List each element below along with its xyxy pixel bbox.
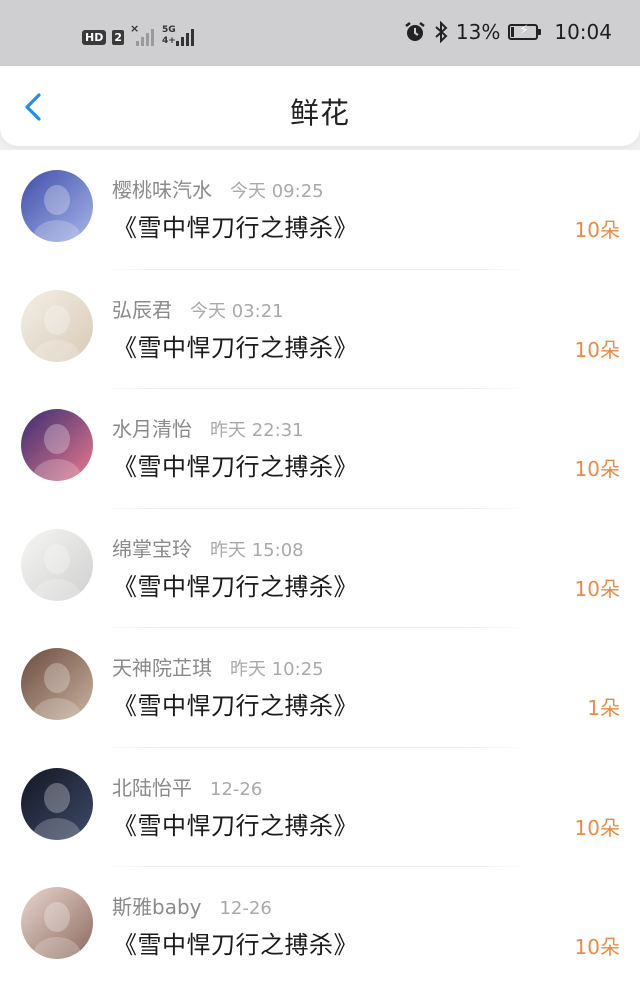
record-meta: 北陆怡平 12-26	[112, 772, 262, 801]
list-item[interactable]: 弘辰君 今天 03:21 《雪中悍刀行之搏杀》 10朵	[0, 270, 640, 389]
navigation-bar: 鲜花	[0, 66, 640, 146]
list-item[interactable]: 樱桃味汽水 今天 09:25 《雪中悍刀行之搏杀》 10朵	[0, 150, 640, 270]
avatar[interactable]	[21, 528, 93, 601]
list-item[interactable]: 斯雅baby 12-26 《雪中悍刀行之搏杀》 10朵	[0, 867, 640, 987]
charging-bolt-icon: ⚡	[519, 23, 529, 38]
battery-icon: ⚡	[508, 23, 542, 40]
flower-count: 10朵	[574, 815, 620, 840]
timestamp: 12-26	[210, 778, 263, 800]
page-title: 鲜花	[289, 96, 350, 130]
list-item[interactable]: 北陆怡平 12-26 《雪中悍刀行之搏杀》 10朵	[0, 748, 640, 867]
avatar[interactable]	[21, 648, 93, 720]
timestamp: 今天 09:25	[230, 181, 324, 202]
flower-count: 10朵	[574, 935, 620, 959]
alarm-icon	[405, 22, 425, 41]
avatar[interactable]	[21, 767, 93, 840]
list-item[interactable]: 天神院芷琪 昨天 10:25 《雪中悍刀行之搏杀》 1朵	[0, 628, 640, 748]
flower-count: 10朵	[574, 218, 620, 242]
battery-percentage: 13%	[455, 20, 501, 44]
book-title[interactable]: 《雪中悍刀行之搏杀》	[113, 806, 358, 841]
timestamp: 昨天 10:25	[230, 659, 324, 680]
flower-count: 10朵	[574, 457, 620, 481]
network-indicators: HD 2 × 5G 4+	[82, 23, 196, 48]
user-name[interactable]: 樱桃味汽水	[112, 174, 212, 203]
avatar[interactable]	[21, 887, 93, 959]
hd-badge: HD	[82, 29, 107, 45]
timestamp: 今天 03:21	[190, 300, 284, 322]
list-item[interactable]: 水月清怡 昨天 22:31 《雪中悍刀行之搏杀》 10朵	[0, 389, 640, 509]
book-title[interactable]: 《雪中悍刀行之搏杀》	[113, 686, 358, 721]
timestamp: 12-26	[219, 898, 272, 919]
record-meta: 斯雅baby 12-26	[112, 891, 272, 920]
user-name[interactable]: 天神院芷琪	[112, 652, 212, 681]
status-bar: HD 2 × 5G 4+ 13% ⚡ 10:04	[0, 0, 640, 66]
signal-1-icon: ×	[130, 23, 156, 48]
flower-count: 1朵	[587, 696, 620, 720]
flower-record-list: 樱桃味汽水 今天 09:25 《雪中悍刀行之搏杀》 10朵 弘辰君 今天 03:21 《雪中…	[0, 150, 640, 987]
record-meta: 绵掌宝玲 昨天 15:08	[112, 533, 304, 562]
user-name[interactable]: 斯雅baby	[112, 891, 201, 920]
user-name[interactable]: 绵掌宝玲	[112, 533, 192, 562]
book-title[interactable]: 《雪中悍刀行之搏杀》	[113, 925, 358, 960]
record-meta: 天神院芷琪 昨天 10:25	[112, 652, 324, 681]
bluetooth-icon	[435, 21, 448, 43]
system-indicators: 13% ⚡ 10:04	[404, 20, 612, 44]
flower-count: 10朵	[574, 576, 620, 601]
timestamp: 昨天 22:31	[210, 420, 304, 441]
book-title[interactable]: 《雪中悍刀行之搏杀》	[113, 447, 358, 482]
user-name[interactable]: 北陆怡平	[112, 772, 192, 801]
record-meta: 弘辰君 今天 03:21	[112, 294, 284, 323]
hd-sim-number: 2	[112, 29, 124, 45]
list-item[interactable]: 绵掌宝玲 昨天 15:08 《雪中悍刀行之搏杀》 10朵	[0, 509, 640, 628]
book-title[interactable]: 《雪中悍刀行之搏杀》	[113, 208, 358, 243]
signal-2-icon: 5G 4+	[162, 26, 196, 48]
record-meta: 水月清怡 昨天 22:31	[112, 413, 304, 442]
book-title[interactable]: 《雪中悍刀行之搏杀》	[113, 328, 358, 363]
timestamp: 昨天 15:08	[210, 539, 304, 561]
avatar[interactable]	[21, 289, 93, 362]
user-name[interactable]: 弘辰君	[112, 294, 172, 323]
avatar[interactable]	[21, 409, 93, 481]
clock: 10:04	[554, 20, 612, 44]
flower-count: 10朵	[574, 337, 620, 362]
avatar[interactable]	[21, 170, 93, 242]
book-title[interactable]: 《雪中悍刀行之搏杀》	[113, 567, 358, 602]
user-name[interactable]: 水月清怡	[112, 413, 192, 442]
record-meta: 樱桃味汽水 今天 09:25	[112, 174, 324, 203]
battery-level	[511, 27, 515, 37]
